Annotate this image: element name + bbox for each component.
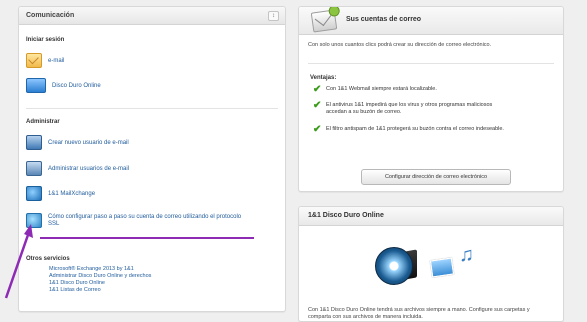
online-disk-panel: 1&1 Disco Duro Online ♫ Con 1&1 Disco Du… — [298, 206, 564, 322]
divider — [26, 108, 278, 109]
cd-icon — [375, 247, 413, 285]
panel-title: 1&1 Disco Duro Online — [308, 212, 384, 219]
checkmark-icon: ✔ — [313, 84, 322, 95]
other-link-exchange[interactable]: Microsoft® Exchange 2013 by 1&1 — [49, 266, 134, 273]
divider — [308, 63, 554, 64]
annotation-arrow — [4, 224, 33, 299]
checkmark-icon: ✔ — [313, 100, 322, 111]
music-note-icon: ♫ — [459, 244, 474, 266]
advantage-item: ✔ Con 1&1 Webmail siempre estará localiz… — [313, 84, 512, 95]
advantage-text: El filtro antispam de 1&1 protegerá su b… — [326, 126, 504, 132]
advantage-item: ✔ El antivirus 1&1 impedirá que los viru… — [313, 100, 512, 116]
advantage-text: El antivirus 1&1 impedirá que los virus … — [326, 102, 493, 115]
other-link-disk-admin[interactable]: Administrar Disco Duro Online y derechos — [49, 273, 151, 280]
panel-title: Sus cuentas de correo — [346, 16, 422, 23]
intro-text: Con solo unos cuantos clics podrá crear … — [308, 42, 492, 48]
advantage-item: ✔ El filtro antispam de 1&1 protegerá su… — [313, 124, 512, 135]
advantages-title: Ventajas: — [310, 75, 337, 81]
advantage-text: Con 1&1 Webmail siempre estará localizab… — [326, 86, 437, 92]
envelope-icon — [310, 9, 338, 33]
disk-description: Con 1&1 Disco Duro Online tendrá sus arc… — [308, 307, 530, 320]
mail-accounts-panel: Sus cuentas de correo Con solo unos cuan… — [298, 6, 564, 192]
ssl-guide-link[interactable]: Cómo configurar paso a paso su cuenta de… — [48, 214, 248, 228]
configure-email-button[interactable]: Configurar dirección de correo electróni… — [361, 169, 511, 185]
panel-header: 1&1 Disco Duro Online — [299, 207, 563, 226]
collapse-button[interactable]: ↕ — [268, 11, 279, 21]
create-user-link[interactable]: Crear nuevo usuario de e-mail — [48, 140, 129, 146]
panel-header: Sus cuentas de correo — [299, 7, 563, 35]
photo-icon — [429, 257, 455, 278]
annotation-underline — [40, 237, 254, 239]
manage-users-link[interactable]: Administrar usuarios de e-mail — [48, 166, 129, 172]
checkmark-icon: ✔ — [313, 124, 322, 135]
